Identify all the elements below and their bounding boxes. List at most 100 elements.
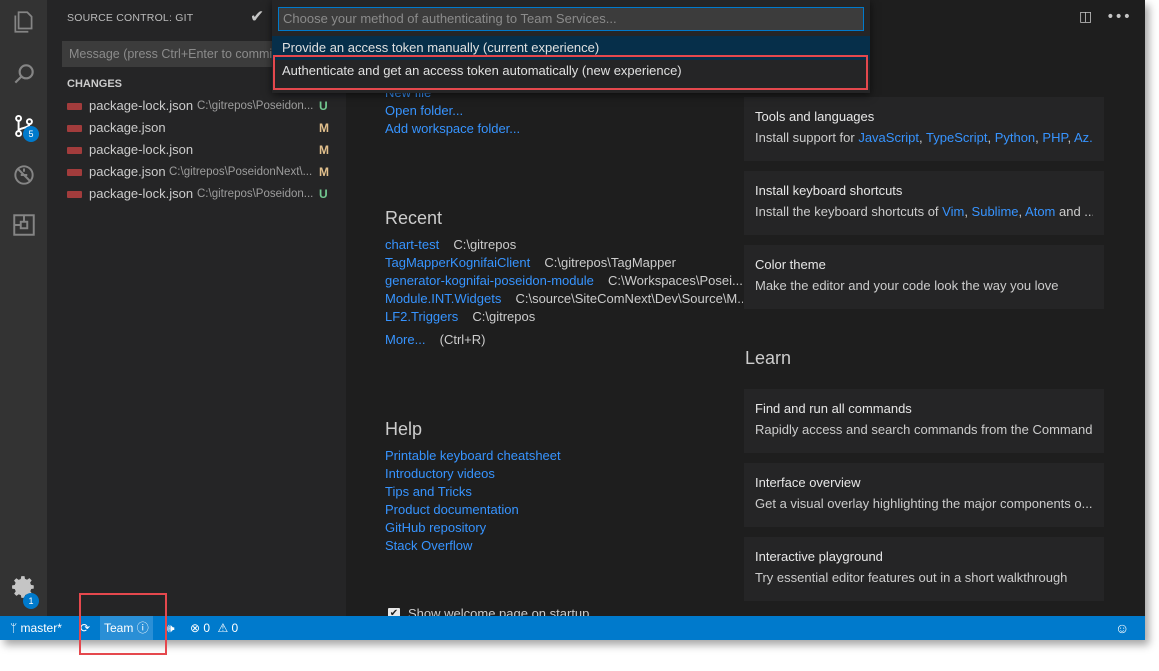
recent-item-name[interactable]: Module.INT.Widgets — [385, 291, 501, 306]
add-workspace-folder-link[interactable]: Add workspace folder... — [385, 121, 520, 136]
sublime-link[interactable]: Sublime — [972, 204, 1019, 219]
info-icon: ⓘ — [136, 621, 149, 635]
javascript-link[interactable]: JavaScript — [858, 130, 919, 145]
show-on-startup[interactable]: ✔ Show welcome page on startup — [388, 606, 589, 616]
card-title: Interactive playground — [755, 549, 883, 564]
settings-badge: 1 — [23, 593, 39, 609]
help-link-stack-overflow[interactable]: Stack Overflow — [385, 538, 472, 553]
quick-pick-item-automatic-token[interactable]: Authenticate and get an access token aut… — [272, 59, 870, 83]
recent-item[interactable]: Module.INT.Widgets C:\source\SiteComNext… — [385, 291, 743, 307]
branch-name: master* — [20, 621, 62, 635]
help-heading: Help — [385, 419, 423, 439]
startup-label: Show welcome page on startup — [408, 606, 590, 616]
debug-icon[interactable] — [0, 153, 47, 197]
change-item[interactable]: package-lock.json C:\gitrepos\Poseidon..… — [47, 95, 346, 117]
tools-languages-card[interactable]: Tools and languages Install support for … — [744, 97, 1104, 161]
startup-checkbox[interactable]: ✔ — [388, 607, 400, 616]
typescript-link[interactable]: TypeScript — [926, 130, 987, 145]
auth-method-quick-pick: Choose your method of authenticating to … — [272, 0, 870, 93]
change-file-path: C:\gitrepos\Poseidon... — [197, 100, 314, 112]
sync-icon[interactable]: ⟳ — [80, 616, 90, 640]
azure-link[interactable]: Az... — [1074, 130, 1093, 145]
card-description: Make the editor and your code look the w… — [755, 278, 1059, 293]
npm-file-icon — [67, 169, 82, 176]
recent-heading: Recent — [385, 208, 443, 228]
card-description: Install the keyboard shortcuts of Vim, S… — [755, 204, 1093, 219]
warning-count: 0 — [231, 621, 239, 635]
change-status: U — [319, 187, 328, 201]
php-link[interactable]: PHP — [1042, 130, 1067, 145]
feedback-smiley-icon[interactable]: ☺ — [1115, 616, 1129, 640]
atom-link[interactable]: Atom — [1025, 204, 1055, 219]
more-actions-icon[interactable]: ••• — [1106, 9, 1131, 25]
explorer-icon[interactable] — [0, 0, 47, 44]
change-item[interactable]: package.json C:\gitrepos\PoseidonNext\..… — [47, 161, 346, 183]
change-file-name: package-lock.json — [89, 186, 194, 201]
card-title: Find and run all commands — [755, 401, 912, 416]
git-branch-icon: ᛘ — [10, 621, 18, 635]
recent-item-name[interactable]: chart-test — [385, 237, 439, 252]
extensions-icon[interactable] — [0, 203, 47, 247]
help-link-intro-videos[interactable]: Introductory videos — [385, 466, 495, 481]
python-link[interactable]: Python — [995, 130, 1035, 145]
card-title: Interface overview — [755, 475, 861, 490]
change-file-name: package-lock.json — [89, 98, 194, 113]
activity-bar: 5 1 — [0, 0, 47, 616]
change-status: M — [319, 165, 329, 179]
change-item[interactable]: package-lock.json M — [47, 139, 346, 161]
split-editor-icon[interactable]: ◫ — [1079, 9, 1092, 25]
change-status: M — [319, 121, 329, 135]
changes-header[interactable]: CHANGES — [67, 78, 122, 90]
scm-badge: 5 — [23, 126, 39, 142]
recent-item[interactable]: generator-kognifai-poseidon-module C:\Wo… — [385, 273, 743, 289]
branch-indicator[interactable]: ᛘ master* — [10, 616, 62, 640]
change-file-path: C:\gitrepos\Poseidon... — [197, 188, 314, 200]
broadcast-icon[interactable]: 🕪 — [167, 616, 175, 640]
npm-file-icon — [67, 191, 82, 198]
change-status: U — [319, 99, 328, 113]
help-link-product-docs[interactable]: Product documentation — [385, 502, 519, 517]
color-theme-card[interactable]: Color theme Make the editor and your cod… — [744, 245, 1104, 309]
more-recent-link[interactable]: More... — [385, 332, 425, 347]
team-status[interactable]: Team ⓘ — [100, 616, 153, 640]
npm-file-icon — [67, 147, 82, 154]
source-control-icon[interactable] — [0, 104, 47, 148]
recent-item-path: C:\gitrepos — [453, 237, 517, 252]
learn-heading: Learn — [745, 348, 792, 368]
recent-item-name[interactable]: TagMapperKognifaiClient — [385, 255, 530, 270]
help-link-keyboard-cheatsheet[interactable]: Printable keyboard cheatsheet — [385, 448, 561, 463]
commit-check-icon[interactable]: ✔ — [250, 7, 264, 27]
recent-item[interactable]: chart-test C:\gitrepos — [385, 237, 516, 253]
interface-overview-card[interactable]: Interface overview Get a visual overlay … — [744, 463, 1104, 527]
quick-pick-input[interactable]: Choose your method of authenticating to … — [278, 7, 864, 31]
editor-actions: ◫ ••• — [1079, 9, 1131, 25]
recent-item[interactable]: LF2.Triggers C:\gitrepos — [385, 309, 535, 325]
more-recent-shortcut: (Ctrl+R) — [439, 332, 486, 347]
keyboard-shortcuts-card[interactable]: Install keyboard shortcuts Install the k… — [744, 171, 1104, 235]
open-folder-link[interactable]: Open folder... — [385, 103, 463, 118]
card-title: Tools and languages — [755, 109, 875, 124]
recent-item-name[interactable]: LF2.Triggers — [385, 309, 458, 324]
card-desc-prefix: Install the keyboard shortcuts of — [755, 204, 943, 219]
find-commands-card[interactable]: Find and run all commands Rapidly access… — [744, 389, 1104, 453]
recent-item-path: C:\gitrepos\TagMapper — [544, 255, 676, 270]
quick-pick-item-manual-token[interactable]: Provide an access token manually (curren… — [272, 36, 870, 60]
help-link-tips-tricks[interactable]: Tips and Tricks — [385, 484, 472, 499]
change-item[interactable]: package-lock.json C:\gitrepos\Poseidon..… — [47, 183, 346, 205]
team-label: Team — [104, 621, 134, 635]
help-link-github-repo[interactable]: GitHub repository — [385, 520, 486, 535]
problems-indicator[interactable]: ⊗ 0 ⚠ 0 — [190, 616, 238, 640]
recent-item-path: C:\Workspaces\Posei... — [608, 273, 743, 288]
change-status: M — [319, 143, 329, 157]
card-description: Rapidly access and search commands from … — [755, 422, 1093, 437]
recent-more[interactable]: More... (Ctrl+R) — [385, 332, 485, 348]
change-item[interactable]: package.json M — [47, 117, 346, 139]
card-title: Install keyboard shortcuts — [755, 183, 903, 198]
interactive-playground-card[interactable]: Interactive playground Try essential edi… — [744, 537, 1104, 601]
vim-link[interactable]: Vim — [942, 204, 964, 219]
recent-item-name[interactable]: generator-kognifai-poseidon-module — [385, 273, 594, 288]
search-icon[interactable] — [0, 52, 47, 96]
recent-item-path: C:\gitrepos — [472, 309, 536, 324]
recent-item[interactable]: TagMapperKognifaiClient C:\gitrepos\TagM… — [385, 255, 676, 271]
change-file-name: package.json — [89, 164, 166, 179]
